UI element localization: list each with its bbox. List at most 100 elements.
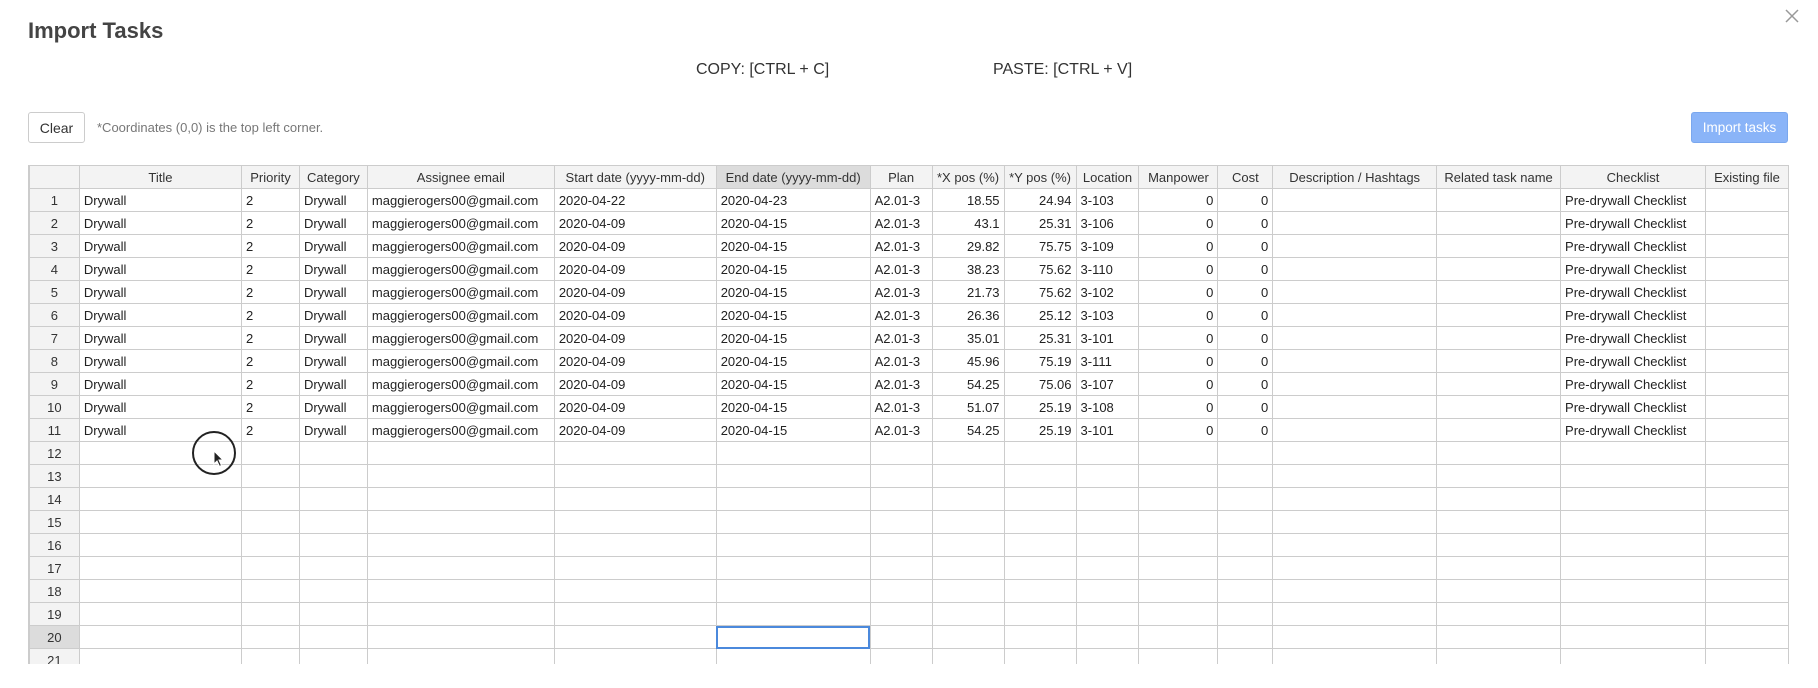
grid-cell[interactable]: maggierogers00@gmail.com [366,280,555,304]
grid-cell[interactable] [1436,533,1562,557]
grid-cell[interactable] [1560,441,1706,465]
grid-cell[interactable] [1436,257,1562,281]
grid-cell[interactable]: 2 [241,349,300,373]
grid-cell[interactable] [1272,648,1438,664]
grid-cell[interactable]: 0 [1138,303,1219,327]
grid-cell[interactable] [1075,464,1140,488]
grid-cell[interactable]: Pre-drywall Checklist [1560,372,1706,396]
grid-cell[interactable]: 0 [1217,326,1274,350]
grid-cell[interactable]: 2020-04-09 [553,349,717,373]
grid-cell[interactable] [869,625,933,649]
grid-cell[interactable] [869,441,933,465]
grid-cell[interactable] [366,487,555,511]
grid-cell[interactable] [298,556,368,580]
grid-cell[interactable]: 3-111 [1075,349,1140,373]
grid-cell[interactable]: Drywall [298,418,368,442]
grid-cell[interactable] [366,464,555,488]
grid-cell[interactable]: 75.19 [1003,349,1077,373]
grid-cell[interactable] [241,648,300,664]
grid-cell[interactable] [1560,533,1706,557]
grid-cell[interactable]: 2020-04-22 [553,188,717,212]
grid-cell[interactable] [931,441,1005,465]
grid-cell[interactable]: A2.01-3 [869,418,933,442]
grid-cell[interactable] [366,510,555,534]
grid-cell[interactable] [366,556,555,580]
grid-cell[interactable] [241,487,300,511]
grid-cell[interactable] [1272,326,1438,350]
grid-cell[interactable]: 3-103 [1075,303,1140,327]
grid-cell[interactable] [1138,487,1219,511]
grid-cell[interactable]: 35.01 [931,326,1005,350]
column-header[interactable]: *Y pos (%) [1003,165,1077,189]
grid-cell[interactable]: 0 [1217,418,1274,442]
grid-cell[interactable]: 2020-04-15 [715,418,871,442]
grid-cell[interactable] [366,579,555,603]
grid-cell[interactable] [1138,464,1219,488]
grid-cell[interactable] [1436,602,1562,626]
grid-cell[interactable]: 0 [1138,211,1219,235]
grid-cell[interactable] [1003,579,1077,603]
grid-cell[interactable] [553,648,717,664]
grid-cell[interactable] [1217,625,1274,649]
row-number[interactable]: 11 [29,418,80,442]
row-number[interactable]: 9 [29,372,80,396]
grid-cell[interactable]: maggierogers00@gmail.com [366,395,555,419]
grid-cell[interactable]: 2020-04-23 [715,188,871,212]
grid-cell[interactable]: A2.01-3 [869,257,933,281]
grid-cell[interactable] [241,556,300,580]
grid-cell[interactable]: 2020-04-15 [715,211,871,235]
grid-cell[interactable]: maggierogers00@gmail.com [366,257,555,281]
grid-cell[interactable] [1003,487,1077,511]
grid-cell[interactable]: 2020-04-15 [715,395,871,419]
grid-cell[interactable] [869,510,933,534]
grid-cell[interactable]: 2020-04-15 [715,349,871,373]
grid-cell[interactable]: 2020-04-15 [715,234,871,258]
grid-cell[interactable]: 51.07 [931,395,1005,419]
grid-cell[interactable] [1075,579,1140,603]
clear-button[interactable]: Clear [28,112,85,143]
grid-cell[interactable] [1436,510,1562,534]
column-header[interactable]: Related task name [1436,165,1562,189]
grid-cell[interactable] [298,487,368,511]
grid-cell[interactable]: maggierogers00@gmail.com [366,211,555,235]
grid-cell[interactable] [298,602,368,626]
grid-cell[interactable] [553,510,717,534]
grid-cell[interactable] [78,487,243,511]
grid-cell[interactable] [715,579,871,603]
grid-cell[interactable] [1272,556,1438,580]
grid-cell[interactable] [78,602,243,626]
grid-cell[interactable] [553,556,717,580]
grid-cell[interactable]: 2 [241,188,300,212]
grid-cell[interactable] [1217,510,1274,534]
grid-cell[interactable] [298,648,368,664]
corner-header[interactable] [29,165,80,189]
grid-cell[interactable] [1217,464,1274,488]
grid-cell[interactable] [1217,487,1274,511]
row-number[interactable]: 20 [29,625,80,649]
grid-cell[interactable] [1075,487,1140,511]
grid-cell[interactable]: 18.55 [931,188,1005,212]
grid-cell[interactable] [1704,395,1789,419]
grid-cell[interactable] [715,556,871,580]
column-header[interactable]: Priority [241,165,300,189]
grid-cell[interactable] [1436,188,1562,212]
grid-cell[interactable]: A2.01-3 [869,188,933,212]
grid-cell[interactable]: Pre-drywall Checklist [1560,211,1706,235]
column-header[interactable]: Title [78,165,243,189]
grid-cell[interactable] [1436,349,1562,373]
grid-cell[interactable] [1704,510,1789,534]
grid-cell[interactable] [1075,556,1140,580]
grid-cell[interactable] [78,579,243,603]
column-header[interactable]: Manpower [1138,165,1219,189]
grid-cell[interactable]: maggierogers00@gmail.com [366,418,555,442]
grid-cell[interactable] [298,579,368,603]
grid-cell[interactable] [1272,487,1438,511]
grid-cell[interactable] [931,602,1005,626]
column-header[interactable]: Location [1075,165,1140,189]
grid-cell[interactable] [298,464,368,488]
grid-cell[interactable] [869,533,933,557]
row-number[interactable]: 1 [29,188,80,212]
grid-cell[interactable]: Pre-drywall Checklist [1560,418,1706,442]
grid-cell[interactable] [1217,602,1274,626]
grid-cell[interactable] [1272,188,1438,212]
